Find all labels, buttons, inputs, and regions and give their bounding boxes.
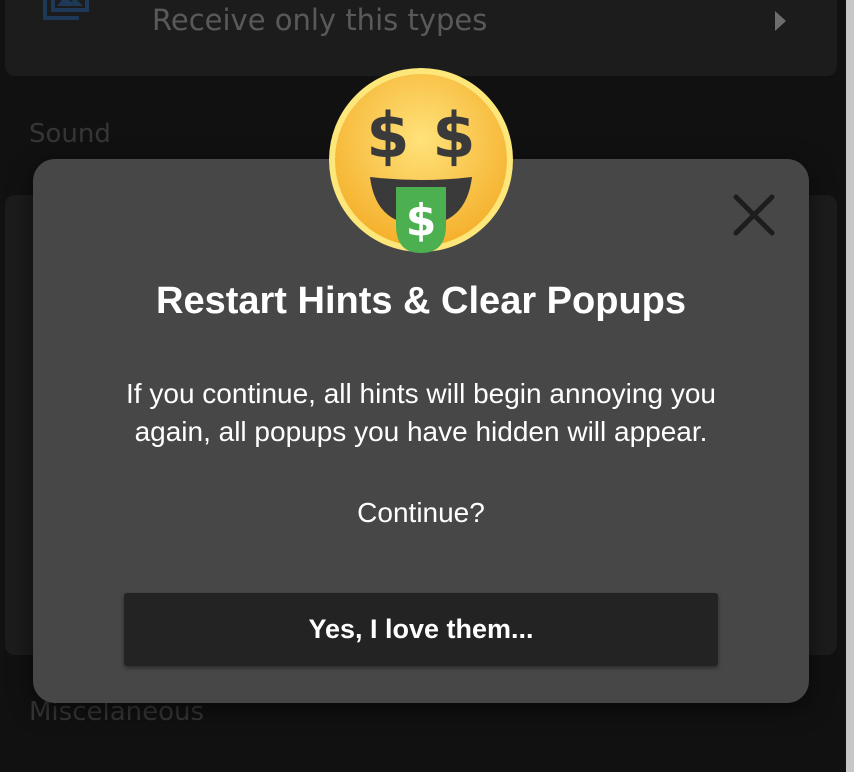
dialog-message-line-2: again, all popups you have hidden will a… (134, 416, 708, 447)
right-eye-dollar: $ (432, 99, 475, 172)
window-edge (846, 0, 854, 772)
dialog-question: Continue? (357, 497, 485, 528)
dialog-message: If you continue, all hints will begin an… (33, 375, 809, 451)
confirm-button[interactable]: Yes, I love them... (124, 593, 718, 666)
screen: Receive only this types Sound Miscelaneo… (0, 0, 854, 772)
confirm-button-label: Yes, I love them... (308, 614, 534, 644)
dialog-message-line-1: If you continue, all hints will begin an… (126, 378, 716, 409)
dialog-title: Restart Hints & Clear Popups (156, 280, 686, 322)
left-eye-dollar: $ (366, 99, 409, 172)
money-mouth-face-icon: $ $ $ (329, 68, 513, 253)
close-icon[interactable] (726, 187, 782, 243)
tongue-dollar: $ (406, 195, 437, 246)
